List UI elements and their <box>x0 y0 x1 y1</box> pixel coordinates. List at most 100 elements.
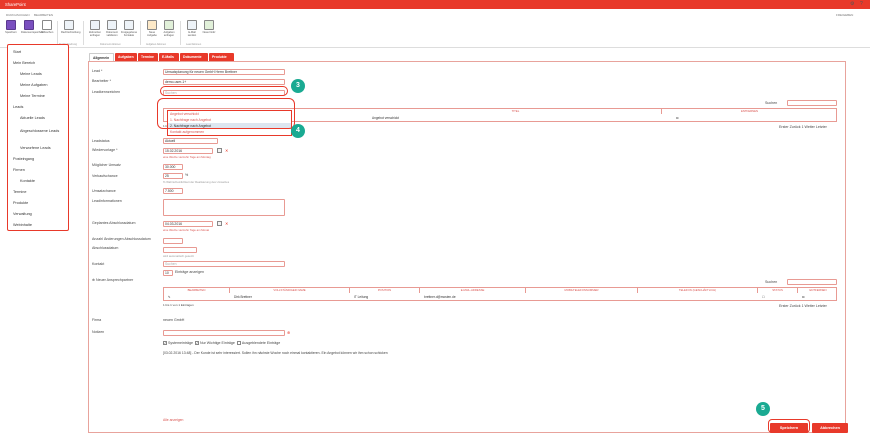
sidebar-item-firmen[interactable]: Firmen <box>13 168 25 172</box>
chance-hint: % Wahrscheinlichkeit der Realisierung de… <box>163 180 230 184</box>
contact-email[interactable]: brettner.d@mosten.de <box>422 294 456 300</box>
sidebar-item-kontakte[interactable]: Kontakte <box>20 179 35 183</box>
tab-aufgaben[interactable]: Aufgaben <box>115 53 137 61</box>
ribbon-button-new-note[interactable]: Neue Notiz <box>201 20 217 42</box>
floppy-doc-icon <box>24 20 34 30</box>
clear-date-icon[interactable]: ✕ <box>225 148 228 153</box>
cb-wichtig-label: Nur Wichtige Einträge <box>199 341 235 345</box>
help-icon[interactable]: ? <box>860 1 863 7</box>
cb-system-label: Systemeinträge <box>168 341 193 345</box>
share-button[interactable]: FREIGEBEN <box>836 13 853 17</box>
edit-contact-icon[interactable]: ✎ <box>166 294 171 300</box>
notizen-input[interactable] <box>163 330 285 336</box>
checkbox-system[interactable]: ✓ <box>163 341 167 346</box>
status-checkbox[interactable]: ☐ <box>760 294 765 300</box>
abschlussdatum-input[interactable] <box>163 247 197 253</box>
mail-icon <box>187 20 197 30</box>
tags-grid-header-remove: Entfernen <box>740 109 759 113</box>
clear-date-icon[interactable]: ✕ <box>225 221 228 226</box>
abschluss-hint[interactable]: eine Woche vierzehn Tage am Monat <box>163 228 209 232</box>
spellcheck-ribbon-button[interactable]: Rechtschreibung <box>61 20 80 42</box>
chance-label: Verkaufschance <box>92 174 118 178</box>
wiedervorlage-label: Wiedervorlage * <box>92 148 118 152</box>
ribbon-button-time-request[interactable]: Zeitnutzen anfragen <box>87 20 103 42</box>
sidebar-item-posteingang[interactable]: Posteingang <box>13 157 34 161</box>
leadstatus-select[interactable]: Aktuell <box>163 138 218 144</box>
kontakt-search-input[interactable]: Suchen <box>163 261 285 267</box>
ribbon-button-send-mail[interactable]: E-Mail senden <box>184 20 200 42</box>
task-icon <box>147 20 157 30</box>
tab-termine[interactable]: Termine <box>138 53 158 61</box>
contacts-header-bearbeiten: Bearbeiten <box>164 288 230 293</box>
contacts-header-position: Position <box>350 288 420 293</box>
ribbon-button-shared-contacts[interactable]: Freigegebene Kontakte <box>121 20 137 42</box>
abschlussdatum-label: Abschlussdatum <box>92 246 119 250</box>
calendar-icon[interactable] <box>217 148 222 153</box>
umsatzchance-input[interactable]: 7.500 <box>163 188 183 194</box>
leadstatus-label: Leadstatus <box>92 139 110 143</box>
sidebar-item-start[interactable]: Start <box>13 50 21 54</box>
dropdown-option-kontakt-aufgenommen[interactable]: Kontakt aufgenommen <box>168 129 291 135</box>
sidebar-item-meine-leads[interactable]: Meine Leads <box>20 72 42 76</box>
sidebar-item-produkte[interactable]: Produkte <box>13 201 28 205</box>
contacts-search-input[interactable] <box>787 279 837 285</box>
sidebar-item-abgeschlossene-leads[interactable]: Abgeschlossene Leads <box>20 127 60 136</box>
abschluss-label: Geplantes Abschlussdatum <box>92 221 136 225</box>
show-all-link[interactable]: Alle anzeigen <box>163 418 183 422</box>
close-icon <box>42 20 52 30</box>
remove-contact-icon[interactable]: ⊠ <box>800 294 805 300</box>
tags-search-input[interactable] <box>787 100 837 106</box>
leadinfo-textarea[interactable] <box>163 199 285 216</box>
note-filter-row: ✓Systemeinträge ✓Nur Wichtige Einträge A… <box>163 341 280 346</box>
add-note-icon[interactable]: ⊕ <box>287 330 290 335</box>
leadkennzeichen-label: Leadkennzeichen <box>92 90 121 94</box>
ribbon-tab-bearbeiten[interactable]: Bearbeiten <box>34 13 53 17</box>
ribbon-button-request-tasks[interactable]: Aufgaben anfragen <box>161 20 177 42</box>
document-icon <box>90 20 100 30</box>
lead-input[interactable]: Umsatzplanung für neuen GmbH Herrn Brett… <box>163 69 285 75</box>
bearbeiter-input[interactable]: demo-user-1+ <box>163 79 285 85</box>
ribbon-tabs: Durchsuchen Bearbeiten FREIGEBEN <box>0 10 870 18</box>
sidebar-item-aktuelle-leads[interactable]: Aktuelle Leads <box>20 116 45 120</box>
sidebar-item-meine-aufgaben[interactable]: Meine Aufgaben <box>20 83 47 87</box>
sidebar-item-verworfene-leads[interactable]: Verworfene Leads <box>20 146 51 150</box>
ribbon-tab-durchsuchen[interactable]: Durchsuchen <box>6 13 30 17</box>
cancel-button[interactable]: Abbrechen <box>812 423 848 433</box>
sidebar-item-mein-bereich[interactable]: Mein Bereich <box>13 61 35 65</box>
highlight-ring-search <box>160 86 288 96</box>
entries-label: Einträge anzeigen <box>175 270 204 274</box>
tab-allgemein[interactable]: Allgemein <box>89 53 114 61</box>
save-ribbon-button[interactable]: Speichern <box>3 20 19 42</box>
tab-produkte[interactable]: Produkte <box>209 53 234 61</box>
checkbox-ausgeblendet[interactable] <box>236 341 241 346</box>
neuer-ansprechpartner-label: Neuer Ansprechpartner <box>96 278 134 282</box>
save-doc-ribbon-button[interactable]: Dokumentspeichern <box>21 20 44 42</box>
tags-grid-header-title: Titel <box>370 109 662 114</box>
firma-value[interactable]: neuen GmbH <box>163 318 184 322</box>
neuer-ansprechpartner-link[interactable]: ⊕ Neuer Ansprechpartner <box>92 278 133 282</box>
contacts-pager-nav[interactable]: Erster Zurück 1 Weiter Letzter <box>779 304 827 308</box>
chance-input[interactable]: 25 <box>163 173 183 179</box>
remove-tag-icon[interactable]: ⊠ <box>674 115 679 121</box>
tab-emails[interactable]: E-Mails <box>159 53 179 61</box>
document-check-icon <box>107 20 117 30</box>
checkbox-wichtig[interactable]: ✓ <box>194 341 199 346</box>
wiedervorlage-input[interactable]: 15.02.2016 <box>163 148 213 154</box>
umsatz-input[interactable]: 30.000 <box>163 164 183 170</box>
ribbon-button-validate-doc[interactable]: Dokument validieren <box>104 20 120 42</box>
gear-icon[interactable]: ⚙ <box>850 1 854 7</box>
ribbon-button-new-task[interactable]: Neue Aufgabe <box>144 20 160 42</box>
calendar-icon[interactable] <box>217 221 222 226</box>
sidebar-item-verwaltung[interactable]: Verwaltung <box>13 212 32 216</box>
wiedervorlage-hint[interactable]: eine Woche vierzehn Tage am Montag <box>163 155 211 159</box>
sidebar-item-termine[interactable]: Termine <box>13 190 27 194</box>
sidebar-item-webinhalte[interactable]: Webinhalte <box>13 223 32 227</box>
sidebar-item-meine-termine[interactable]: Meine Termine <box>20 94 45 98</box>
cancel-ribbon-button[interactable]: Abbrechen <box>39 20 55 42</box>
aenderungen-input[interactable] <box>163 238 183 244</box>
tab-dokumente[interactable]: Dokumente <box>180 53 208 61</box>
entries-count-select[interactable]: 10 <box>163 270 173 276</box>
abschluss-input[interactable]: 04.03.2016 <box>163 221 213 227</box>
sidebar-item-leads[interactable]: Leads <box>13 105 23 109</box>
tags-pager-nav[interactable]: Erster Zurück 1 Weiter Letzter <box>779 125 827 129</box>
